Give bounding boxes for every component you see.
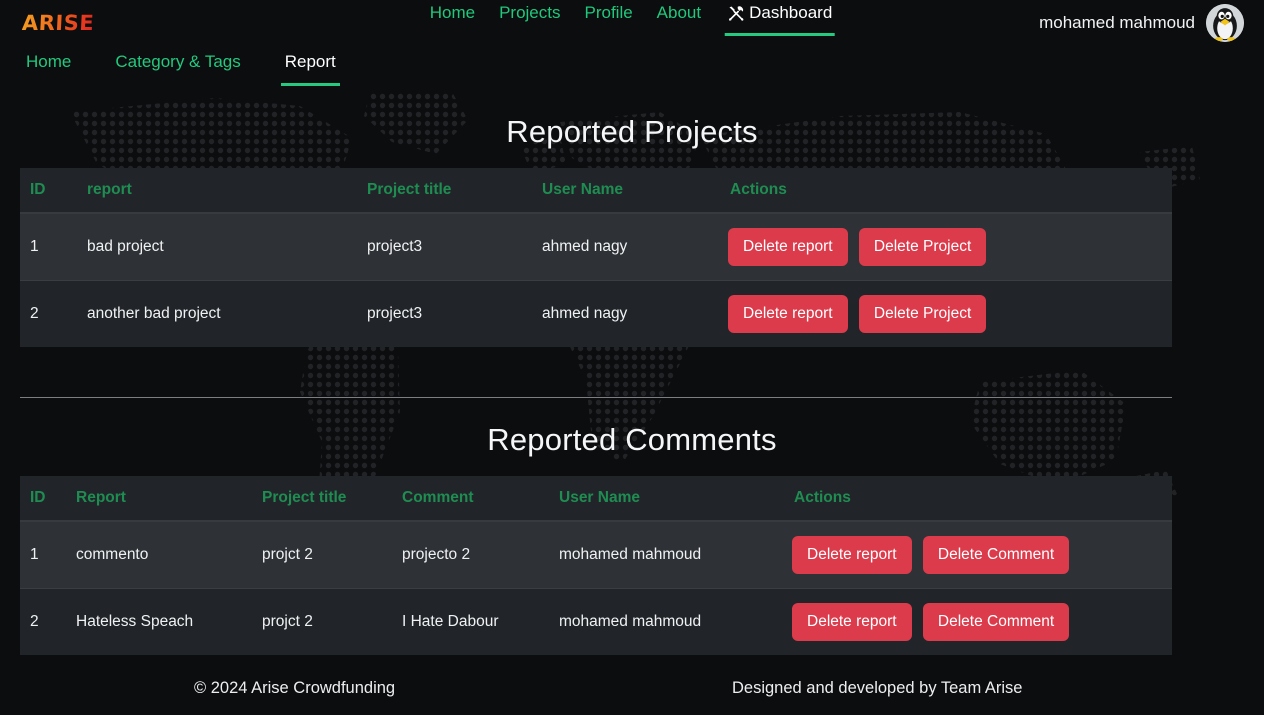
cell-project-title: project3: [357, 213, 532, 281]
cell-actions: Delete report Delete Comment: [784, 521, 1172, 589]
cell-user-name: ahmed nagy: [532, 280, 720, 347]
delete-report-button[interactable]: Delete report: [728, 228, 848, 266]
column-header-actions[interactable]: Actions: [784, 476, 1172, 522]
column-header-project-title[interactable]: Project title: [252, 476, 392, 522]
cell-comment: projecto 2: [392, 521, 549, 589]
cell-project-title: projct 2: [252, 588, 392, 655]
main-content: Reported Projects ID report Project titl…: [0, 114, 1264, 655]
delete-comment-button[interactable]: Delete Comment: [922, 603, 1070, 641]
column-header-user-name[interactable]: User Name: [532, 168, 720, 214]
delete-report-button[interactable]: Delete report: [728, 295, 848, 333]
main-navigation: Home Projects Profile About Dashboard: [430, 3, 835, 36]
table-header-row: ID Report Project title Comment User Nam…: [20, 476, 1172, 522]
column-header-id[interactable]: ID: [20, 476, 66, 522]
reported-comments-table-body: 1 commento projct 2 projecto 2 mohamed m…: [20, 521, 1172, 655]
cell-report: another bad project: [77, 280, 357, 347]
column-header-report[interactable]: Report: [66, 476, 252, 522]
cell-comment: I Hate Dabour: [392, 588, 549, 655]
column-header-report[interactable]: report: [77, 168, 357, 214]
delete-project-button[interactable]: Delete Project: [858, 228, 987, 266]
column-header-project-title[interactable]: Project title: [357, 168, 532, 214]
reported-projects-table-body: 1 bad project project3 ahmed nagy Delete…: [20, 213, 1172, 347]
column-header-user-name[interactable]: User Name: [549, 476, 784, 522]
cell-id: 2: [20, 280, 77, 347]
table-header-row: ID report Project title User Name Action…: [20, 168, 1172, 214]
footer-copyright: © 2024 Arise Crowdfunding: [194, 678, 396, 697]
subnav-item-home[interactable]: Home: [22, 52, 75, 83]
cell-id: 1: [20, 521, 66, 589]
delete-report-button[interactable]: Delete report: [792, 603, 912, 641]
reported-comments-table: ID Report Project title Comment User Nam…: [20, 476, 1172, 655]
reported-comments-title: Reported Comments: [487, 422, 777, 457]
subnav-item-report[interactable]: Report: [280, 52, 340, 86]
cell-project-title: projct 2: [252, 521, 392, 589]
reported-projects-table-head: ID report Project title User Name Action…: [20, 168, 1172, 214]
penguin-avatar-icon[interactable]: [1206, 4, 1244, 42]
nav-item-dashboard-label: Dashboard: [749, 3, 833, 22]
hammer-and-wrench-icon: [727, 4, 746, 23]
delete-comment-button[interactable]: Delete Comment: [922, 536, 1070, 574]
column-header-comment[interactable]: Comment: [392, 476, 549, 522]
nav-item-home[interactable]: Home: [430, 3, 475, 33]
table-row: 2 Hateless Speach projct 2 I Hate Dabour…: [20, 588, 1172, 655]
footer-credit: Designed and developed by Team Arise: [732, 678, 1023, 697]
nav-item-profile[interactable]: Profile: [584, 3, 632, 33]
cell-actions: Delete report Delete Comment: [784, 588, 1172, 655]
cell-user-name: mohamed mahmoud: [549, 588, 784, 655]
cell-actions: Delete report Delete Project: [720, 213, 1172, 281]
brand-logo[interactable]: ARISE: [21, 11, 94, 35]
nav-item-about[interactable]: About: [657, 3, 701, 33]
cell-user-name: ahmed nagy: [532, 213, 720, 281]
delete-project-button[interactable]: Delete Project: [858, 295, 987, 333]
user-account-area[interactable]: mohamed mahmoud: [1039, 4, 1244, 42]
nav-item-dashboard[interactable]: Dashboard: [725, 3, 835, 36]
cell-actions: Delete report Delete Project: [720, 280, 1172, 347]
table-row: 2 another bad project project3 ahmed nag…: [20, 280, 1172, 347]
column-header-actions[interactable]: Actions: [720, 168, 1172, 214]
section-divider: [20, 397, 1172, 398]
cell-id: 2: [20, 588, 66, 655]
column-header-id[interactable]: ID: [20, 168, 77, 214]
cell-report: bad project: [77, 213, 357, 281]
cell-report: commento: [66, 521, 252, 589]
table-row: 1 commento projct 2 projecto 2 mohamed m…: [20, 521, 1172, 589]
cell-user-name: mohamed mahmoud: [549, 521, 784, 589]
user-name-label: mohamed mahmoud: [1039, 13, 1195, 32]
page-footer: © 2024 Arise Crowdfunding Designed and d…: [0, 661, 1264, 715]
cell-id: 1: [20, 213, 77, 281]
reported-projects-title: Reported Projects: [506, 114, 758, 149]
dashboard-subnav: Home Category & Tags Report: [0, 46, 1264, 92]
reported-comments-table-head: ID Report Project title Comment User Nam…: [20, 476, 1172, 522]
table-row: 1 bad project project3 ahmed nagy Delete…: [20, 213, 1172, 281]
nav-item-projects[interactable]: Projects: [499, 3, 560, 33]
subnav-item-category-and-tags[interactable]: Category & Tags: [111, 52, 244, 83]
delete-report-button[interactable]: Delete report: [792, 536, 912, 574]
cell-report: Hateless Speach: [66, 588, 252, 655]
top-header-bar: ARISE Home Projects Profile About Dashbo…: [0, 0, 1264, 46]
reported-projects-table: ID report Project title User Name Action…: [20, 168, 1172, 347]
cell-project-title: project3: [357, 280, 532, 347]
